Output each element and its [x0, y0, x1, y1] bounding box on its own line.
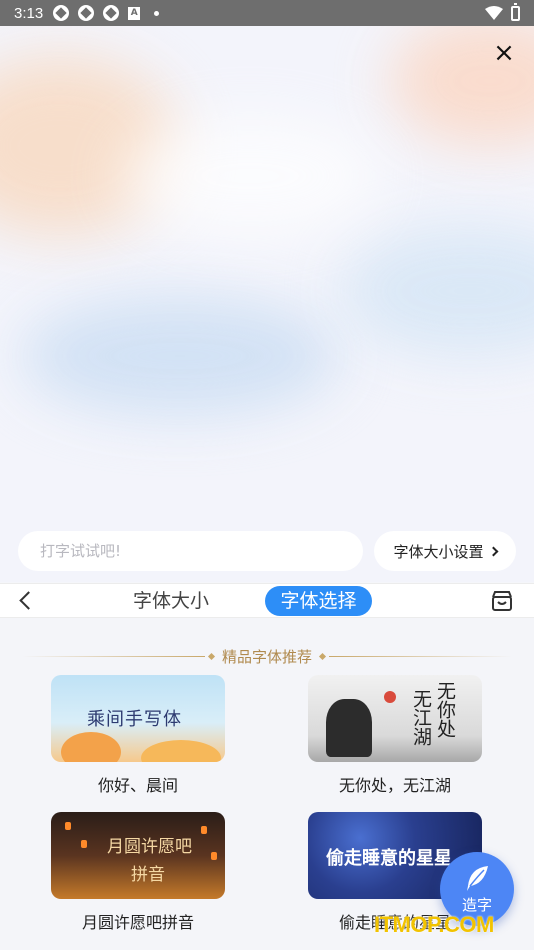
a-notification-icon: A — [128, 6, 141, 20]
status-bar: 3:13 A — [0, 0, 534, 26]
thumbnail-text: 拼音 — [131, 865, 165, 885]
thumbnail-text: 无你处 — [434, 681, 456, 738]
lantern-decoration — [211, 852, 217, 860]
font-size-settings-label: 字体大小设置 — [393, 542, 484, 561]
font-size-settings-button[interactable]: 字体大小设置 — [374, 531, 516, 571]
tab-font-select[interactable]: 字体选择 — [265, 586, 372, 616]
app-notification-icon — [103, 5, 120, 21]
font-thumbnail: 无你处 无江湖 — [308, 675, 482, 762]
try-text-input[interactable] — [18, 531, 363, 571]
thumbnail-text: 无江湖 — [410, 689, 432, 746]
flower-decoration — [61, 732, 121, 762]
site-watermark: ITMOP.COM — [374, 912, 494, 937]
thumbnail-text: 偷走睡意的星星 — [326, 848, 452, 869]
input-row: 字体大小设置 — [18, 531, 516, 571]
font-card[interactable]: 月圆许愿吧 拼音 月圆许愿吧拼音 — [51, 812, 225, 933]
chevron-right-icon — [488, 546, 498, 557]
font-preview-area: × — [0, 26, 534, 582]
lantern-decoration — [201, 826, 207, 834]
close-icon[interactable]: × — [492, 40, 516, 66]
preview-background-blob — [120, 116, 380, 236]
tab-bar: 字体大小 字体选择 — [0, 583, 534, 618]
section-header: 精品字体推荐 — [22, 646, 513, 666]
feather-icon — [467, 866, 488, 891]
lantern-decoration — [81, 840, 87, 848]
status-time: 3:13 — [14, 4, 44, 22]
tab-font-size[interactable]: 字体大小 — [119, 586, 223, 616]
font-card[interactable]: 无你处 无江湖 无你处，无江湖 — [308, 675, 482, 796]
font-card-caption: 无你处，无江湖 — [338, 776, 451, 795]
thumbnail-text: 乘间手写体 — [87, 709, 182, 730]
red-sun-decoration — [384, 691, 396, 703]
battery-icon — [511, 2, 520, 21]
preview-background-blob — [340, 226, 534, 356]
lantern-decoration — [65, 822, 71, 830]
swordsman-silhouette — [326, 699, 372, 757]
font-thumbnail: 月圆许愿吧 拼音 — [51, 812, 225, 899]
section-title: 精品字体推荐 — [222, 647, 313, 666]
more-notifications-dot-icon — [154, 10, 160, 16]
back-arrow-icon[interactable] — [16, 590, 38, 612]
thumbnail-text: 月圆许愿吧 — [107, 837, 192, 857]
divider-diamond — [318, 652, 327, 660]
font-card[interactable]: 乘间手写体 你好、晨间 — [51, 675, 225, 796]
store-icon[interactable] — [490, 589, 514, 613]
divider — [329, 655, 513, 657]
app-notification-icon — [53, 5, 70, 21]
app-notification-icon — [78, 5, 95, 21]
wifi-icon — [485, 6, 503, 20]
font-card-caption: 你好、晨间 — [97, 776, 178, 795]
preview-background-blob — [20, 296, 340, 416]
divider-diamond — [207, 652, 216, 660]
font-thumbnail: 乘间手写体 — [51, 675, 225, 762]
font-card-caption: 月圆许愿吧拼音 — [81, 913, 194, 932]
flower-decoration — [141, 740, 221, 762]
divider — [22, 655, 205, 657]
